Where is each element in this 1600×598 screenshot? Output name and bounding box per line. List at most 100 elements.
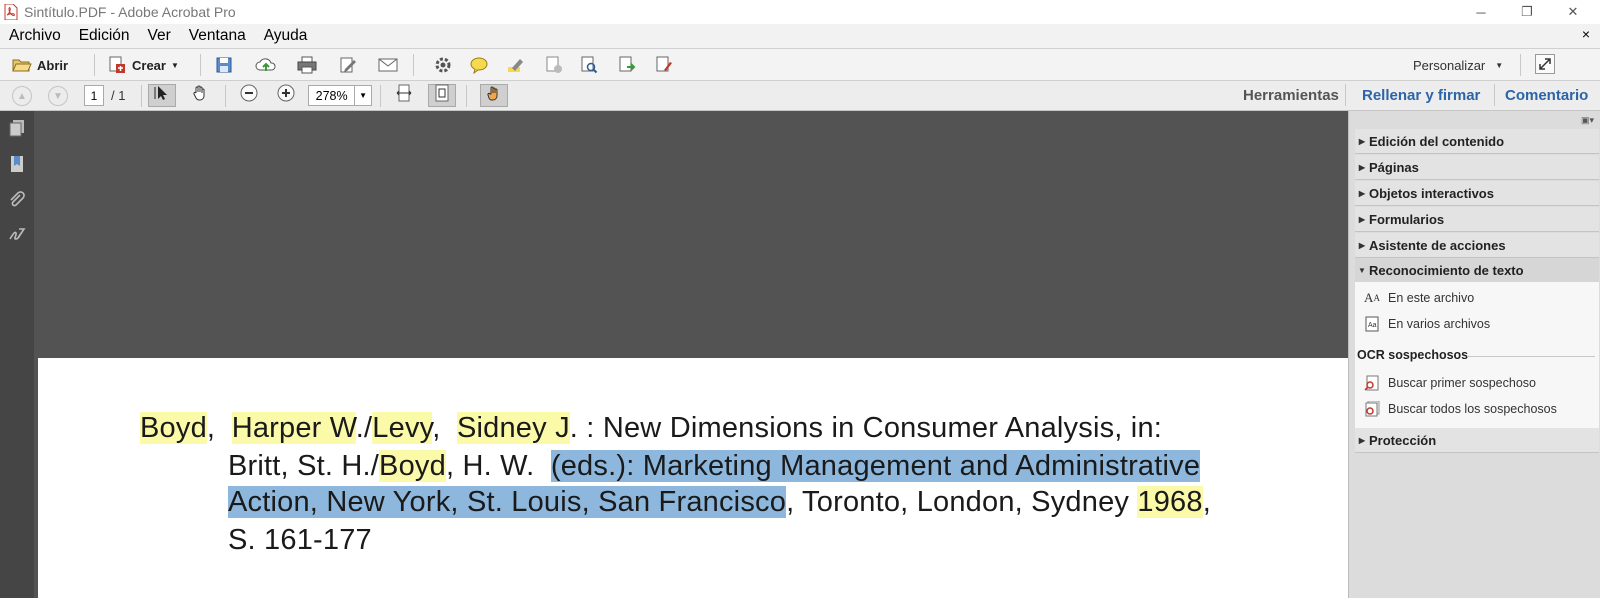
tab-rellenar-y-firmar[interactable]: Rellenar y firmar bbox=[1362, 87, 1480, 104]
open-button[interactable]: Abrir bbox=[12, 54, 68, 76]
gear-icon[interactable] bbox=[434, 56, 452, 74]
find-all-suspects-item[interactable]: Buscar todos los sospechosos bbox=[1363, 401, 1557, 417]
highlight-icon[interactable] bbox=[507, 56, 525, 74]
minimize-button[interactable]: ─ bbox=[1458, 0, 1504, 24]
pdf-page[interactable]: · · · · · · · · · · · Boyd, Harper W./Le… bbox=[38, 358, 1348, 598]
section-paginas[interactable]: ▶ Páginas bbox=[1355, 155, 1599, 180]
menu-archivo[interactable]: Archivo bbox=[0, 27, 70, 45]
section-reconocimiento-de-texto[interactable]: ▼ Reconocimiento de texto bbox=[1355, 258, 1599, 283]
comment-icon[interactable] bbox=[470, 56, 488, 75]
section-formularios[interactable]: ▶ Formularios bbox=[1355, 207, 1599, 232]
page-number-input[interactable]: 1 bbox=[84, 85, 104, 106]
fit-width-button[interactable] bbox=[390, 84, 418, 107]
highlighted-text[interactable]: Boyd bbox=[379, 450, 446, 482]
customize-label: Personalizar bbox=[1413, 57, 1486, 73]
find-first-suspect-item[interactable]: Buscar primer sospechoso bbox=[1363, 375, 1536, 391]
export-icon[interactable] bbox=[618, 56, 636, 74]
document-line-4[interactable]: S. 161-177 bbox=[228, 524, 372, 557]
touch-mode-button[interactable] bbox=[480, 84, 508, 107]
previous-page-button[interactable]: ▲ bbox=[12, 86, 32, 106]
highlighted-text[interactable]: Levy bbox=[372, 412, 433, 444]
section-label: Asistente de acciones bbox=[1369, 237, 1506, 253]
ocr-this-file-item[interactable]: AA En este archivo bbox=[1363, 290, 1474, 306]
select-tool-button[interactable] bbox=[148, 84, 176, 107]
menu-bar: Archivo Edición Ver Ventana Ayuda × bbox=[0, 24, 1600, 49]
section-proteccion[interactable]: ▶ Protección bbox=[1355, 428, 1599, 453]
menu-edicion[interactable]: Edición bbox=[70, 27, 139, 45]
section-objetos-interactivos[interactable]: ▶ Objetos interactivos bbox=[1355, 181, 1599, 206]
zoom-in-button[interactable] bbox=[272, 84, 300, 107]
upload-cloud-icon[interactable] bbox=[255, 56, 277, 74]
zoom-out-button[interactable] bbox=[235, 84, 263, 107]
highlighted-text[interactable]: Sidney J bbox=[456, 412, 570, 444]
fit-page-button[interactable] bbox=[428, 84, 456, 107]
signatures-icon[interactable] bbox=[6, 224, 28, 246]
document-viewport[interactable]: · · · · · · · · · · · Boyd, Harper W./Le… bbox=[34, 111, 1348, 598]
touch-hand-icon bbox=[486, 85, 502, 106]
text-run[interactable]: , bbox=[207, 412, 232, 444]
customize-button[interactable]: Personalizar ▼ bbox=[1413, 54, 1503, 76]
text-run[interactable]: . : New Dimensions in Consumer Analysis,… bbox=[570, 412, 1162, 444]
attachments-icon[interactable] bbox=[6, 189, 28, 211]
navigation-pane bbox=[0, 111, 34, 598]
save-icon[interactable] bbox=[215, 56, 233, 74]
create-button[interactable]: Crear ▼ bbox=[108, 54, 179, 76]
page-thumbnails-icon[interactable] bbox=[6, 117, 28, 139]
suspect-search-all-icon bbox=[1363, 401, 1381, 417]
expand-icon[interactable] bbox=[1535, 54, 1555, 74]
highlighted-text[interactable]: 1968 bbox=[1137, 486, 1203, 518]
toolbar-separator bbox=[200, 54, 201, 76]
zoom-value: 278% bbox=[315, 88, 348, 103]
section-label: Protección bbox=[1369, 432, 1437, 448]
next-page-button[interactable]: ▼ bbox=[48, 86, 68, 106]
highlighted-text[interactable]: Harper W bbox=[231, 412, 356, 444]
chevron-right-icon: ▶ bbox=[1358, 214, 1366, 224]
toolbar-separator bbox=[225, 85, 226, 107]
highlighted-text[interactable]: Boyd bbox=[140, 412, 207, 444]
ocr-multiple-files-item[interactable]: Aa En varios archivos bbox=[1363, 316, 1490, 332]
text-run[interactable]: , H. W. bbox=[446, 450, 551, 482]
protect-icon[interactable] bbox=[545, 56, 563, 74]
search-icon[interactable] bbox=[580, 56, 598, 74]
item-label: En este archivo bbox=[1388, 291, 1475, 305]
text-run[interactable]: ./ bbox=[356, 412, 373, 444]
pane-menu-icon[interactable]: ▣▾ bbox=[1581, 115, 1594, 126]
menu-ventana[interactable]: Ventana bbox=[180, 27, 255, 45]
suspect-search-icon bbox=[1363, 375, 1381, 391]
pane-options[interactable]: ▣▾ bbox=[1349, 111, 1600, 129]
close-document-button[interactable]: × bbox=[1582, 26, 1590, 42]
selected-text[interactable]: (eds.): Marketing Management and Adminis… bbox=[550, 450, 1201, 482]
create-label: Crear bbox=[132, 57, 166, 73]
document-line-2[interactable]: Britt, St. H./Boyd, H. W. (eds.): Market… bbox=[228, 450, 1201, 483]
tab-herramientas[interactable]: Herramientas bbox=[1243, 87, 1339, 104]
edit-icon[interactable] bbox=[339, 56, 357, 74]
text-run[interactable]: S. 161-177 bbox=[228, 524, 372, 556]
menu-ver[interactable]: Ver bbox=[139, 27, 180, 45]
text-run[interactable]: Britt, St. H./ bbox=[228, 450, 379, 482]
close-window-button[interactable]: ✕ bbox=[1550, 0, 1596, 24]
selected-text[interactable]: Action, New York, St. Louis, San Francis… bbox=[228, 486, 787, 518]
sign-icon[interactable] bbox=[655, 56, 673, 74]
document-line-1[interactable]: Boyd, Harper W./Levy, Sidney J. : New Di… bbox=[140, 412, 1162, 445]
hand-tool-button[interactable] bbox=[186, 84, 214, 107]
menu-ayuda[interactable]: Ayuda bbox=[255, 27, 317, 45]
bookmarks-icon[interactable] bbox=[6, 153, 28, 175]
zoom-select[interactable]: 278% ▼ bbox=[308, 85, 372, 106]
email-icon[interactable] bbox=[378, 56, 398, 74]
document-line-3[interactable]: Action, New York, St. Louis, San Francis… bbox=[228, 486, 1211, 519]
text-run[interactable]: , bbox=[1203, 486, 1211, 518]
toolbar-separator bbox=[94, 54, 95, 76]
chevron-right-icon: ▶ bbox=[1358, 240, 1366, 250]
section-edicion-del-contenido[interactable]: ▶ Edición del contenido bbox=[1355, 129, 1599, 154]
tab-comentario[interactable]: Comentario bbox=[1505, 87, 1588, 104]
print-icon[interactable] bbox=[297, 56, 317, 74]
text-aa-icon: AA bbox=[1364, 290, 1380, 305]
text-run[interactable]: , bbox=[432, 412, 457, 444]
fit-page-icon bbox=[434, 84, 450, 107]
restore-button[interactable]: ❐ bbox=[1504, 0, 1550, 24]
ocr-suspects-heading: OCR sospechosos bbox=[1357, 348, 1469, 362]
section-asistente-de-acciones[interactable]: ▶ Asistente de acciones bbox=[1355, 233, 1599, 258]
chevron-down-icon[interactable]: ▼ bbox=[354, 86, 371, 105]
restore-icon: ❐ bbox=[1521, 4, 1533, 19]
text-run[interactable]: , Toronto, London, Sydney bbox=[786, 486, 1137, 518]
